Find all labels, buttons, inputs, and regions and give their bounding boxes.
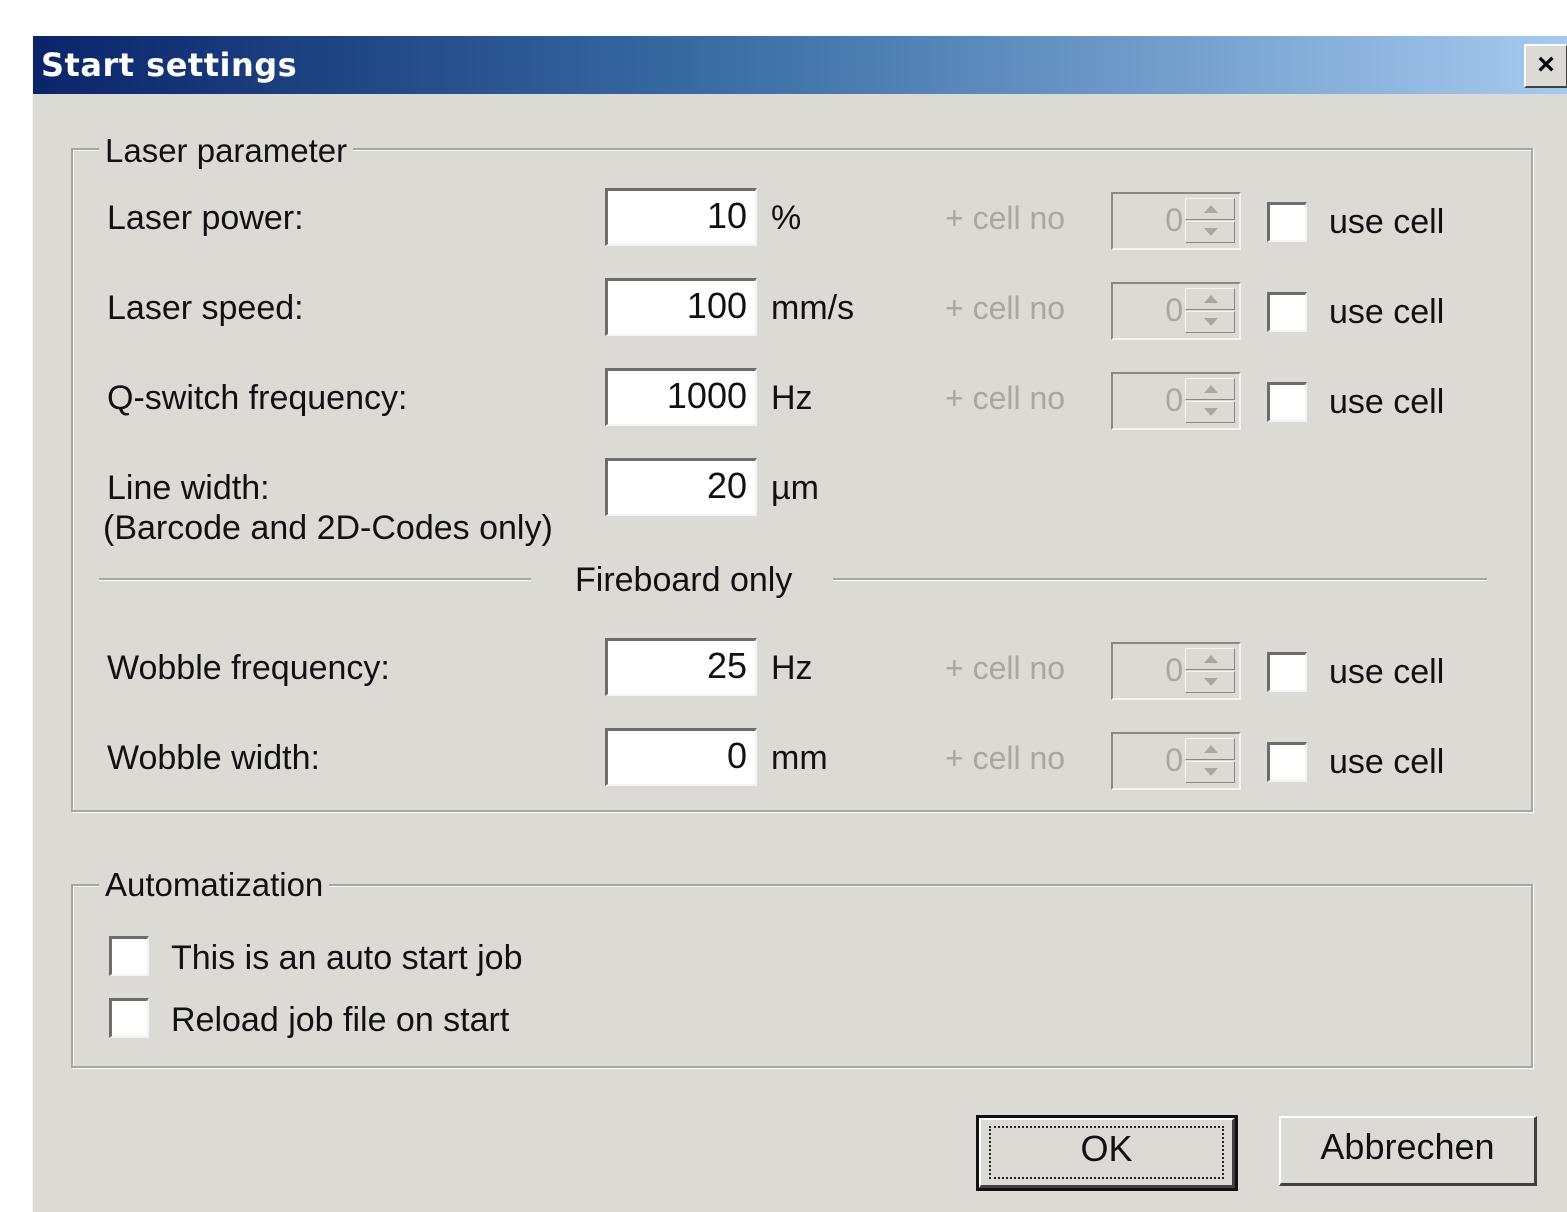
- spinner-arrows: [1185, 198, 1235, 244]
- reload-job-file-checkbox[interactable]: [109, 998, 149, 1038]
- wobble-width-unit: mm: [771, 739, 828, 777]
- ok-button[interactable]: OK: [976, 1115, 1238, 1191]
- spinner-down-icon: [1185, 401, 1235, 423]
- q-switch-cell-label: + cell no: [945, 380, 1066, 416]
- q-switch-cell-spinner: 0: [1111, 372, 1241, 430]
- wobble-width-use-cell-checkbox[interactable]: [1267, 742, 1307, 782]
- focus-rectangle: [989, 1126, 1224, 1179]
- laser-power-use-cell-label: use cell: [1329, 203, 1445, 241]
- spinner-arrows: [1185, 288, 1235, 334]
- laser-speed-cell-value: 0: [1165, 292, 1183, 328]
- spinner-up-icon: [1185, 378, 1235, 400]
- wobble-width-cell-value: 0: [1165, 742, 1183, 778]
- wobble-frequency-input[interactable]: 25: [605, 638, 757, 696]
- laser-power-cell-label: + cell no: [945, 200, 1066, 236]
- fireboard-separator-left: [99, 578, 531, 581]
- laser-speed-cell-spinner: 0: [1111, 282, 1241, 340]
- spinner-up-icon: [1185, 288, 1235, 310]
- line-width-sublabel: (Barcode and 2D-Codes only): [103, 509, 553, 547]
- wobble-frequency-cell-value: 0: [1165, 652, 1183, 688]
- laser-speed-cell-label: + cell no: [945, 290, 1066, 326]
- start-settings-dialog: Start settings × Laser parameter Laser p…: [32, 36, 1567, 1212]
- q-switch-use-cell-label: use cell: [1329, 383, 1445, 421]
- q-switch-cell-value: 0: [1165, 382, 1183, 418]
- q-switch-frequency-unit: Hz: [771, 379, 813, 417]
- wobble-width-label: Wobble width:: [107, 739, 320, 777]
- automatization-legend: Automatization: [99, 866, 330, 904]
- spinner-down-icon: [1185, 671, 1235, 693]
- title-bar[interactable]: Start settings ×: [33, 36, 1567, 94]
- laser-power-cell-value: 0: [1165, 202, 1183, 238]
- laser-parameter-legend: Laser parameter: [99, 132, 354, 170]
- cancel-button-label: Abbrechen: [1320, 1126, 1495, 1167]
- laser-power-use-cell-checkbox[interactable]: [1267, 202, 1307, 242]
- fireboard-only-heading: Fireboard only: [575, 561, 793, 599]
- wobble-frequency-use-cell-label: use cell: [1329, 653, 1445, 691]
- spinner-up-icon: [1185, 198, 1235, 220]
- auto-start-job-label: This is an auto start job: [171, 939, 523, 977]
- spinner-down-icon: [1185, 311, 1235, 333]
- spinner-up-icon: [1185, 648, 1235, 670]
- spinner-down-icon: [1185, 761, 1235, 783]
- laser-speed-use-cell-label: use cell: [1329, 293, 1445, 331]
- wobble-frequency-label: Wobble frequency:: [107, 649, 390, 687]
- close-button[interactable]: ×: [1524, 44, 1567, 88]
- laser-power-label: Laser power:: [107, 199, 304, 237]
- spinner-up-icon: [1185, 738, 1235, 760]
- q-switch-frequency-input[interactable]: 1000: [605, 368, 757, 426]
- spinner-arrows: [1185, 738, 1235, 784]
- spinner-down-icon: [1185, 221, 1235, 243]
- wobble-width-input[interactable]: 0: [605, 728, 757, 786]
- wobble-frequency-cell-spinner: 0: [1111, 642, 1241, 700]
- cancel-button[interactable]: Abbrechen: [1279, 1116, 1537, 1186]
- laser-power-cell-spinner: 0: [1111, 192, 1241, 250]
- wobble-frequency-cell-label: + cell no: [945, 650, 1066, 686]
- q-switch-frequency-label: Q-switch frequency:: [107, 379, 408, 417]
- wobble-width-use-cell-label: use cell: [1329, 743, 1445, 781]
- wobble-width-cell-spinner: 0: [1111, 732, 1241, 790]
- laser-speed-input[interactable]: 100: [605, 278, 757, 336]
- fireboard-separator-right: [833, 578, 1487, 581]
- laser-speed-label: Laser speed:: [107, 289, 304, 327]
- q-switch-use-cell-checkbox[interactable]: [1267, 382, 1307, 422]
- reload-job-file-label: Reload job file on start: [171, 1001, 510, 1039]
- laser-power-input[interactable]: 10: [605, 188, 757, 246]
- spinner-arrows: [1185, 378, 1235, 424]
- wobble-frequency-use-cell-checkbox[interactable]: [1267, 652, 1307, 692]
- line-width-label: Line width:: [107, 469, 270, 507]
- line-width-unit: µm: [771, 469, 819, 507]
- laser-power-unit: %: [771, 199, 802, 237]
- laser-speed-use-cell-checkbox[interactable]: [1267, 292, 1307, 332]
- laser-speed-unit: mm/s: [771, 289, 855, 327]
- wobble-width-cell-label: + cell no: [945, 740, 1066, 776]
- window-title: Start settings: [41, 46, 298, 84]
- auto-start-job-checkbox[interactable]: [109, 936, 149, 976]
- wobble-frequency-unit: Hz: [771, 649, 813, 687]
- line-width-input[interactable]: 20: [605, 458, 757, 516]
- spinner-arrows: [1185, 648, 1235, 694]
